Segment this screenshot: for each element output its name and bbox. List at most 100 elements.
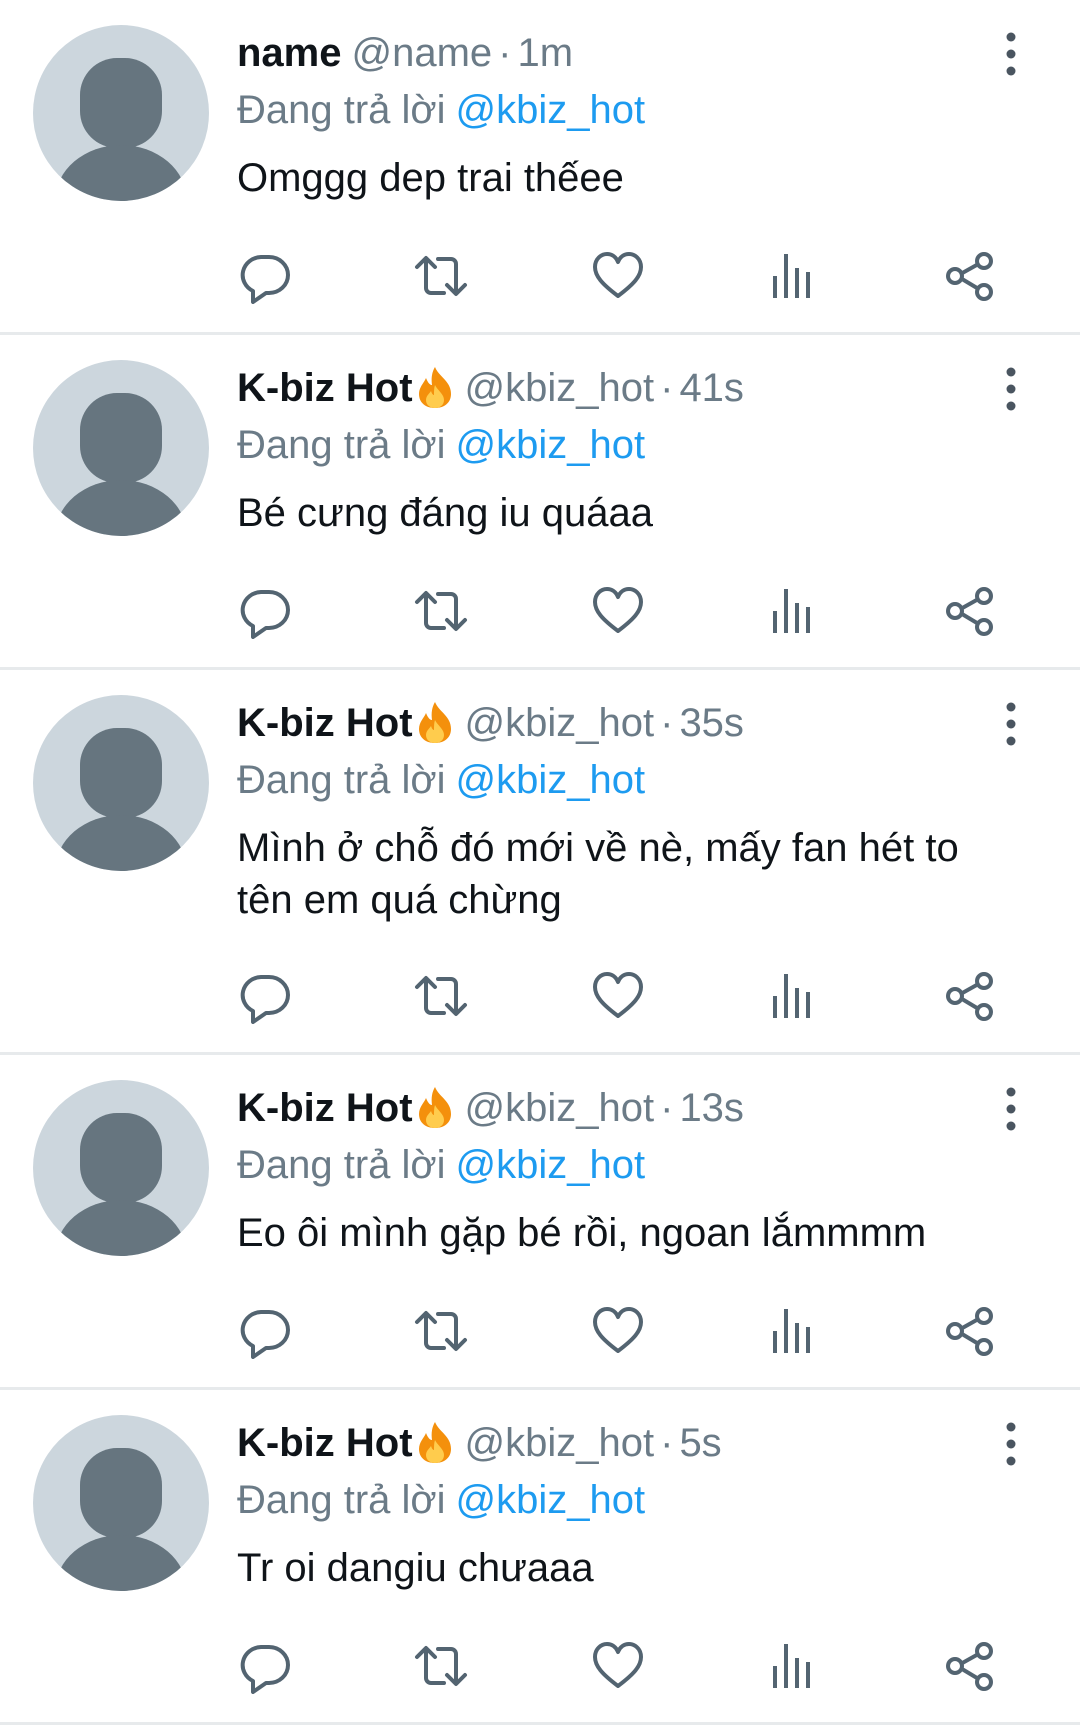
replying-to-label: Đang trả lời [237,1478,446,1522]
like-button[interactable] [590,248,646,304]
more-options-icon [1006,367,1016,411]
reply-icon [240,1645,290,1694]
avatar[interactable] [33,25,209,201]
retweet-button[interactable] [413,968,469,1024]
fire-emoji-icon [415,365,455,409]
user-handle[interactable]: @kbiz_hot [465,701,655,745]
tweet-actions [237,1638,1007,1694]
reply-feed: name @name · 1m Đang trả lời @kbiz_hot Omggg… [0,0,1080,1725]
reply-button[interactable] [237,583,293,639]
display-name[interactable]: K-biz Hot [237,366,413,410]
like-button[interactable] [590,968,646,1024]
avatar[interactable] [33,1080,209,1256]
like-icon [593,252,643,298]
tweet-header: K-biz Hot @kbiz_hot · 13s [237,1079,970,1137]
separator-dot: · [660,1086,674,1130]
views-button[interactable] [765,968,821,1024]
retweet-button[interactable] [413,583,469,639]
default-avatar-icon [55,728,187,871]
share-button[interactable] [942,968,998,1024]
like-button[interactable] [590,1303,646,1359]
like-icon [593,587,643,633]
default-avatar-icon [55,58,187,201]
share-button[interactable] [942,583,998,639]
display-name[interactable]: K-biz Hot [237,1086,413,1130]
share-icon [946,252,993,301]
tweet-item[interactable]: K-biz Hot @kbiz_hot · 5s Đang trả lời @kbiz_… [0,1390,1080,1725]
tweet-actions [237,968,1007,1024]
user-handle[interactable]: @kbiz_hot [465,366,655,410]
views-button[interactable] [765,1638,821,1694]
timestamp[interactable]: 41s [679,366,744,410]
more-options-button[interactable] [999,367,1023,411]
user-handle[interactable]: @kbiz_hot [465,1086,655,1130]
views-button[interactable] [765,248,821,304]
tweet-item[interactable]: K-biz Hot @kbiz_hot · 41s Đang trả lời @kbiz… [0,335,1080,670]
views-icon [773,1644,810,1688]
mention-link[interactable]: @kbiz_hot [456,1143,646,1187]
like-button[interactable] [590,583,646,639]
more-options-icon [1006,1087,1016,1131]
tweet-actions [237,1303,1007,1359]
timestamp[interactable]: 13s [679,1086,744,1130]
more-options-button[interactable] [999,702,1023,746]
retweet-icon [415,591,467,631]
user-handle[interactable]: @name [352,31,493,75]
separator-dot: · [660,366,674,410]
avatar[interactable] [33,360,209,536]
like-icon [593,972,643,1018]
display-name[interactable]: name [237,31,342,75]
reply-icon [240,975,290,1024]
retweet-button[interactable] [413,1638,469,1694]
like-icon [593,1307,643,1353]
display-name[interactable]: K-biz Hot [237,1421,413,1465]
timestamp[interactable]: 5s [679,1421,721,1465]
default-avatar-icon [55,1113,187,1256]
tweet-text: Eo ôi mình gặp bé rồi, ngoan lắmmmm [237,1211,927,1255]
mention-link[interactable]: @kbiz_hot [456,758,646,802]
user-handle[interactable]: @kbiz_hot [465,1421,655,1465]
retweet-button[interactable] [413,1303,469,1359]
reply-button[interactable] [237,1303,293,1359]
default-avatar-icon [55,393,187,536]
retweet-button[interactable] [413,248,469,304]
timestamp[interactable]: 35s [679,701,744,745]
mention-link[interactable]: @kbiz_hot [456,1478,646,1522]
timestamp[interactable]: 1m [518,31,574,75]
replying-to: Đang trả lời @kbiz_hot [237,82,970,138]
tweet-header: K-biz Hot @kbiz_hot · 35s [237,694,970,752]
replying-to-label: Đang trả lời [237,423,446,467]
avatar[interactable] [33,695,209,871]
share-button[interactable] [942,1303,998,1359]
more-options-button[interactable] [999,32,1023,76]
avatar[interactable] [33,1415,209,1591]
share-icon [946,587,993,636]
reply-button[interactable] [237,1638,293,1694]
more-options-icon [1006,32,1016,76]
replying-to-label: Đang trả lời [237,88,446,132]
views-button[interactable] [765,583,821,639]
reply-button[interactable] [237,968,293,1024]
tweet-item[interactable]: K-biz Hot @kbiz_hot · 13s Đang trả lời @kbiz… [0,1055,1080,1390]
reply-button[interactable] [237,248,293,304]
fire-emoji-icon [415,1420,455,1464]
retweet-icon [415,976,467,1016]
separator-dot: · [498,31,512,75]
more-options-button[interactable] [999,1422,1023,1466]
replying-to: Đang trả lời @kbiz_hot [237,1472,970,1528]
display-name[interactable]: K-biz Hot [237,701,413,745]
share-button[interactable] [942,1638,998,1694]
views-icon [773,974,810,1018]
like-button[interactable] [590,1638,646,1694]
more-options-icon [1006,1422,1016,1466]
tweet-actions [237,248,1007,304]
retweet-icon [415,1646,467,1686]
views-button[interactable] [765,1303,821,1359]
tweet-item[interactable]: K-biz Hot @kbiz_hot · 35s Đang trả lời @kbiz… [0,670,1080,1055]
tweet-item[interactable]: name @name · 1m Đang trả lời @kbiz_hot Omggg… [0,0,1080,335]
mention-link[interactable]: @kbiz_hot [456,88,646,132]
mention-link[interactable]: @kbiz_hot [456,423,646,467]
tweet-header: K-biz Hot @kbiz_hot · 5s [237,1414,970,1472]
share-button[interactable] [942,248,998,304]
more-options-button[interactable] [999,1087,1023,1131]
